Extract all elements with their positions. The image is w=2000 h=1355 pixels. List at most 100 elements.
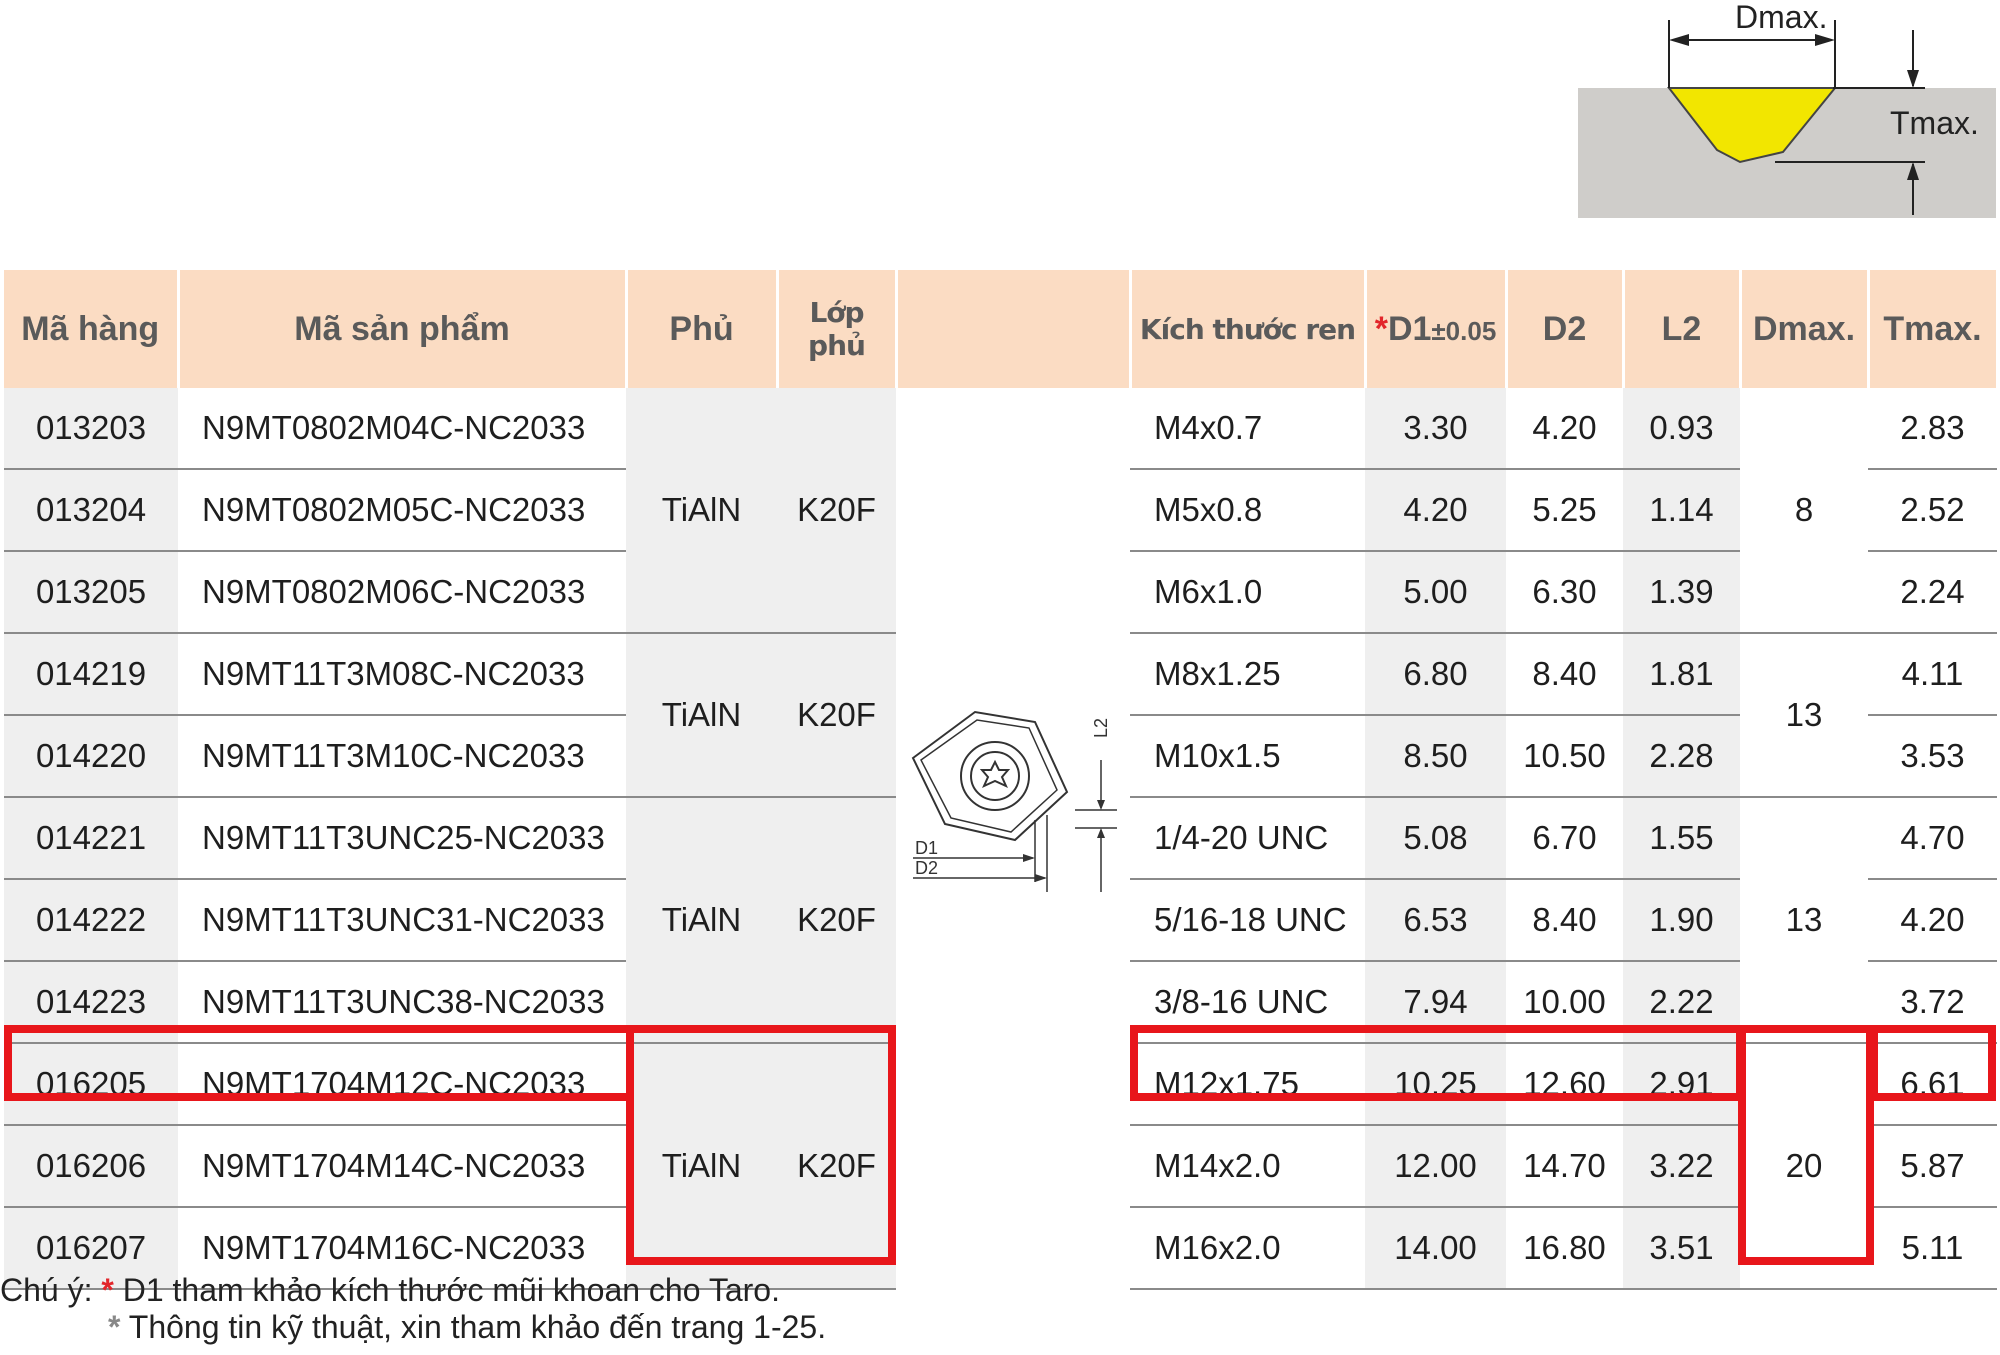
cell-d2: 16.80: [1506, 1207, 1623, 1290]
cell-tmax: 2.83: [1868, 388, 1997, 470]
footnote-line-1: Chú ý: * D1 tham khảo kích thước mũi kho…: [0, 1272, 826, 1309]
cell-l2: 3.51: [1623, 1207, 1740, 1290]
highlight-box-coating: [626, 1025, 896, 1265]
cell-ma-san-pham: N9MT11T3UNC31-NC2033: [178, 879, 626, 962]
d2-dimension-label: D2: [915, 858, 938, 878]
cell-ma-san-pham: N9MT0802M05C-NC2033: [178, 469, 626, 552]
header-d2: D2: [1506, 270, 1625, 388]
cell-d2: 5.25: [1506, 469, 1623, 552]
cell-d1: 6.53: [1365, 879, 1506, 962]
cell-d1: 8.50: [1365, 715, 1506, 798]
insert-drawing: L2 D1 D2: [911, 710, 1117, 892]
cell-l2: 3.22: [1623, 1125, 1740, 1208]
tmax-label: Tmax.: [1890, 105, 1979, 141]
insert-outline: [911, 710, 1069, 842]
table-header-row: Mã hàng Mã sản phẩm Phủ Lớp phủ Kích thư…: [4, 270, 1999, 388]
required-star-icon: *: [1374, 309, 1388, 348]
cell-ma-hang: 014221: [4, 797, 178, 880]
footnote-text-1: D1 tham khảo kích thước mũi khoan cho Ta…: [122, 1272, 780, 1308]
cell-ma-san-pham: N9MT0802M04C-NC2033: [178, 388, 626, 470]
cell-d2: 10.50: [1506, 715, 1623, 798]
cell-ma-hang: 013203: [4, 388, 178, 470]
header-lop-phu: Lớp phủ: [777, 270, 898, 388]
cell-tmax: 5.11: [1868, 1207, 1997, 1290]
cell-phu: TiAlN: [626, 388, 777, 634]
footnote-line-2: * Thông tin kỹ thuật, xin tham khảo đến …: [0, 1309, 826, 1346]
cell-ma-san-pham: N9MT1704M14C-NC2033: [178, 1125, 626, 1208]
cell-ren: M4x0.7: [1130, 388, 1365, 470]
cell-d2: 6.70: [1506, 797, 1623, 880]
dmax-label: Dmax.: [1735, 0, 1827, 35]
cell-d2: 8.40: [1506, 633, 1623, 716]
cell-ma-hang: 014222: [4, 879, 178, 962]
cell-phu: TiAlN: [626, 797, 777, 1044]
cell-ren: M14x2.0: [1130, 1125, 1365, 1208]
cell-l2: 0.93: [1623, 388, 1740, 470]
cell-ma-hang: 014220: [4, 715, 178, 798]
cell-l2: 1.39: [1623, 551, 1740, 634]
highlight-box-product: [4, 1025, 634, 1101]
cell-ren: M16x2.0: [1130, 1207, 1365, 1290]
cell-ren: M10x1.5: [1130, 715, 1365, 798]
header-dmax: Dmax.: [1740, 270, 1870, 388]
cell-ren: M5x0.8: [1130, 469, 1365, 552]
cell-tmax: 2.52: [1868, 469, 1997, 552]
footnote-prefix: Chú ý:: [0, 1272, 93, 1308]
cell-d1: 3.30: [1365, 388, 1506, 470]
cell-d1: 6.80: [1365, 633, 1506, 716]
l2-dimension-label: L2: [1091, 718, 1111, 738]
chamfer-depth-diagram: Dmax. Tmax.: [1578, 0, 1996, 218]
cell-l2: 1.55: [1623, 797, 1740, 880]
cell-l2: 2.28: [1623, 715, 1740, 798]
cell-dmax: 8: [1740, 388, 1868, 634]
header-tmax: Tmax.: [1868, 270, 1999, 388]
cell-phu: TiAlN: [626, 633, 777, 798]
asterisk-icon: *: [108, 1309, 121, 1345]
cell-lop-phu: K20F: [777, 633, 896, 798]
cell-dmax: 13: [1740, 797, 1868, 1044]
header-d1: *D1±0.05: [1365, 270, 1508, 388]
cell-l2: 1.81: [1623, 633, 1740, 716]
cell-lop-phu: K20F: [777, 388, 896, 634]
cell-d2: 6.30: [1506, 551, 1623, 634]
header-figure: [896, 270, 1132, 388]
asterisk-icon: *: [101, 1272, 114, 1308]
cell-tmax: 2.24: [1868, 551, 1997, 634]
cell-ma-hang: 013204: [4, 469, 178, 552]
cell-dmax: 13: [1740, 633, 1868, 798]
highlight-box-dmax: [1738, 1025, 1874, 1265]
cell-ma-san-pham: N9MT11T3M08C-NC2033: [178, 633, 626, 716]
cell-ma-san-pham: N9MT0802M06C-NC2033: [178, 551, 626, 634]
cell-ma-san-pham: N9MT11T3UNC25-NC2033: [178, 797, 626, 880]
cell-tmax: 3.53: [1868, 715, 1997, 798]
cell-ma-hang: 013205: [4, 551, 178, 634]
cell-ma-hang: 014219: [4, 633, 178, 716]
header-ma-san-pham: Mã sản phẩm: [178, 270, 628, 388]
highlight-box-tmax: [1870, 1025, 1996, 1101]
cell-tmax: 4.70: [1868, 797, 1997, 880]
cell-ma-san-pham: N9MT11T3M10C-NC2033: [178, 715, 626, 798]
cell-ren: M6x1.0: [1130, 551, 1365, 634]
cell-lop-phu: K20F: [777, 797, 896, 1044]
cell-d1: 5.00: [1365, 551, 1506, 634]
header-phu: Phủ: [626, 270, 779, 388]
cell-ma-hang: 016206: [4, 1125, 178, 1208]
cell-d2: 4.20: [1506, 388, 1623, 470]
cell-d1: 5.08: [1365, 797, 1506, 880]
cell-d1: 12.00: [1365, 1125, 1506, 1208]
header-kich-thuoc-ren: Kích thước ren: [1130, 270, 1367, 388]
cell-d2: 8.40: [1506, 879, 1623, 962]
header-ma-hang: Mã hàng: [4, 270, 180, 388]
highlight-box-thread: [1130, 1025, 1744, 1101]
d1-dimension-label: D1: [915, 838, 938, 858]
cell-l2: 1.14: [1623, 469, 1740, 552]
cell-tmax: 5.87: [1868, 1125, 1997, 1208]
footnote-text-2: Thông tin kỹ thuật, xin tham khảo đến tr…: [128, 1309, 827, 1345]
cell-ren: 5/16-18 UNC: [1130, 879, 1365, 962]
cell-l2: 1.90: [1623, 879, 1740, 962]
cell-ren: M8x1.25: [1130, 633, 1365, 716]
footnote: Chú ý: * D1 tham khảo kích thước mũi kho…: [0, 1272, 826, 1346]
cell-d2: 14.70: [1506, 1125, 1623, 1208]
table-row: 013203 N9MT0802M04C-NC2033 TiAlN K20F M4…: [4, 388, 1997, 634]
cell-tmax: 4.11: [1868, 633, 1997, 716]
